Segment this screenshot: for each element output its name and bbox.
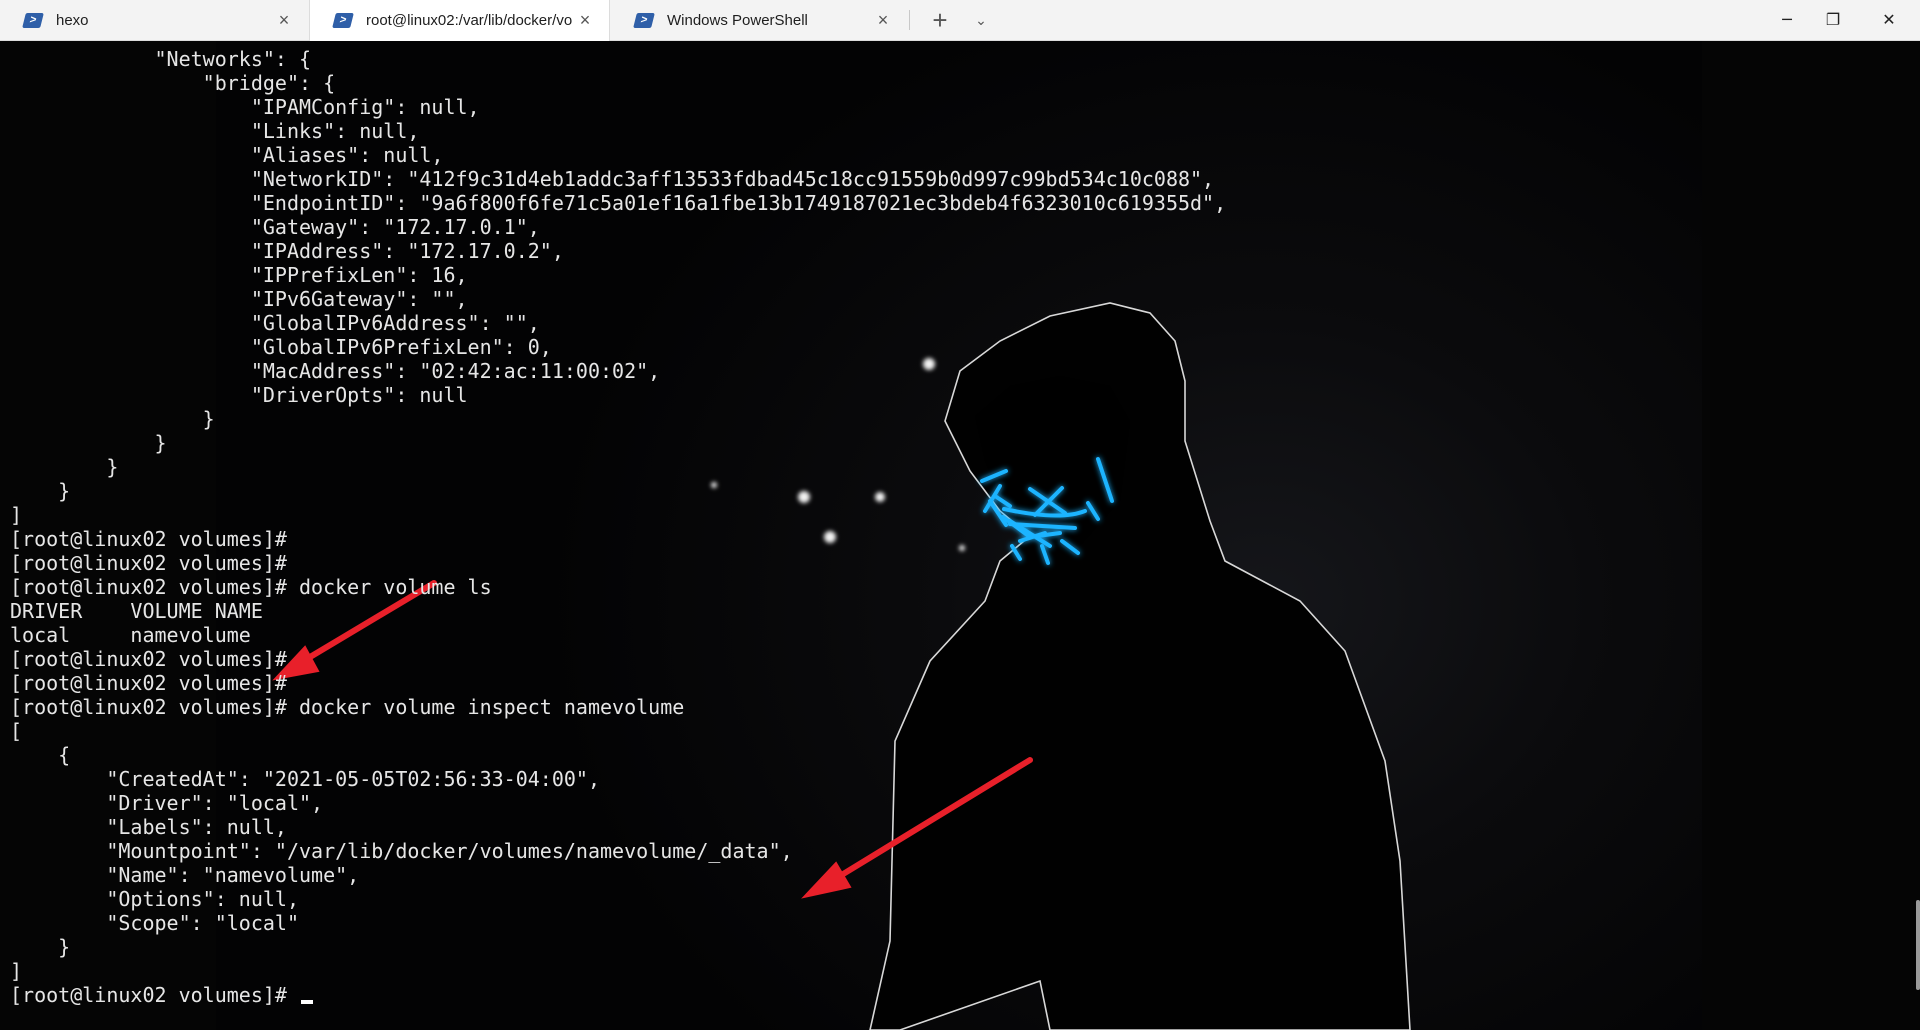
powershell-icon: > [332,13,354,28]
tab-title: root@linux02:/var/lib/docker/vo [366,12,573,29]
terminal-line: "IPPrefixLen": 16, [10,263,468,287]
minimize-button[interactable]: ─ [1764,0,1810,40]
terminal-line: } [10,407,215,431]
terminal-line: [root@linux02 volumes]# [10,527,287,551]
terminal-line: [root@linux02 volumes]# docker volume in… [10,695,685,719]
tab-hexo[interactable]: > hexo × [0,0,308,40]
terminal-line: "Gateway": "172.17.0.1", [10,215,540,239]
terminal-line: "Driver": "local", [10,791,324,815]
terminal-line: [root@linux02 volumes]# [10,647,287,671]
terminal-line: "Labels": null, [10,815,287,839]
maximize-button[interactable]: ❐ [1810,0,1856,40]
terminal-line: "MacAddress": "02:42:ac:11:00:02", [10,359,661,383]
terminal-line: ] [10,503,23,527]
terminal-line: "bridge": { [10,71,336,95]
tab-separator [909,10,910,30]
powershell-icon: > [633,12,655,28]
terminal-line: "NetworkID": "412f9c31d4eb1addc3aff13533… [10,167,1215,191]
terminal-line: [root@linux02 volumes]# [10,551,287,575]
terminal-line: } [10,431,167,455]
tab-windows-powershell[interactable]: > Windows PowerShell × [611,0,907,40]
prompt-line[interactable]: [root@linux02 volumes]# [10,983,1226,1007]
terminal-line: [root@linux02 volumes]# [10,671,287,695]
terminal-line: "IPAMConfig": null, [10,95,480,119]
terminal-line: "Links": null, [10,119,420,143]
close-icon[interactable]: × [873,10,893,30]
terminal-line: "GlobalIPv6PrefixLen": 0, [10,335,552,359]
tab-bar: > hexo × > root@linux02:/var/lib/docker/… [0,0,1920,41]
tab-root-linux02[interactable]: > root@linux02:/var/lib/docker/vo × [309,0,610,41]
tab-title: Windows PowerShell [667,11,808,29]
terminal-line: "DriverOpts": null [10,383,468,407]
terminal-line: "EndpointID": "9a6f800f6fe71c5a01ef16a1f… [10,191,1227,215]
close-window-button[interactable]: ✕ [1866,0,1912,40]
terminal-line: "Mountpoint": "/var/lib/docker/volumes/n… [10,839,793,863]
terminal-line: } [10,479,71,503]
terminal-line: local namevolume [10,623,251,647]
scrollbar[interactable] [1916,900,1920,990]
terminal-line: [root@linux02 volumes]# docker volume ls [10,575,492,599]
close-icon[interactable]: × [274,10,294,30]
terminal-line: [ [10,719,23,743]
powershell-icon: > [22,12,44,28]
terminal-line: } [10,455,119,479]
terminal-output: "Networks": { "bridge": { "IPAMConfig": … [10,47,1226,1007]
terminal-line: "Scope": "local" [10,911,299,935]
terminal-line: "IPv6Gateway": "", [10,287,468,311]
terminal-line: { [10,743,71,767]
terminal-line: "Networks": { [10,47,312,71]
chevron-down-icon[interactable]: ⌄ [966,5,996,35]
terminal-line: "CreatedAt": "2021-05-05T02:56:33-04:00"… [10,767,601,791]
new-tab-button[interactable]: + [925,5,955,35]
prompt-text: [root@linux02 volumes]# [10,983,299,1007]
terminal-line: } [10,935,71,959]
terminal-line: "Aliases": null, [10,143,444,167]
terminal[interactable]: "Networks": { "bridge": { "IPAMConfig": … [0,41,1920,1030]
terminal-line: "GlobalIPv6Address": "", [10,311,540,335]
terminal-line: ] [10,959,23,983]
close-icon[interactable]: × [575,10,595,30]
terminal-line: DRIVER VOLUME NAME [10,599,263,623]
text-cursor [300,1000,313,1004]
terminal-line: "Name": "namevolume", [10,863,360,887]
tab-title: hexo [56,11,89,29]
terminal-line: "IPAddress": "172.17.0.2", [10,239,564,263]
terminal-line: "Options": null, [10,887,299,911]
